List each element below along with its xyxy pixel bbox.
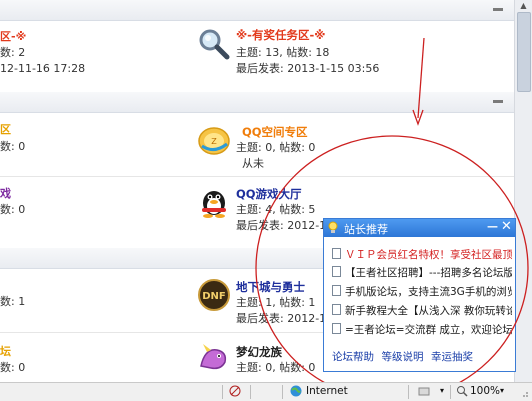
dropdown-arrow-icon[interactable]: ▾: [440, 386, 444, 395]
status-separator: [450, 385, 451, 399]
forum-last-post-dnf: 最后发表: 2012-10: [236, 312, 334, 325]
recommend-item[interactable]: =王者论坛=交流群 成立，欢迎论坛: [332, 321, 512, 339]
minimize-icon[interactable]: —: [487, 220, 498, 233]
document-icon: [332, 285, 341, 296]
dragon-icon[interactable]: [197, 340, 231, 374]
forum-title-dnf[interactable]: 地下城与勇士: [236, 279, 305, 295]
forum-title-qzone[interactable]: QQ空间专区: [242, 124, 308, 140]
document-icon: [332, 304, 341, 315]
forum-last-post-qqgame: 最后发表: 2012-11: [236, 219, 334, 232]
status-bar: Internet ▾ 100% ▾: [0, 382, 532, 401]
recommend-popup: 站长推荐 — ✕ ＶＩＰ会员红名特权！享受社区最顶 【王者社区招聘】---招聘多…: [323, 218, 516, 372]
forum-meta-left-2b: 数: 0: [0, 203, 26, 216]
level-info-link[interactable]: 等级说明: [382, 351, 424, 363]
lightbulb-icon: [328, 221, 338, 234]
resize-grip-icon[interactable]: [520, 388, 528, 397]
close-icon[interactable]: ✕: [501, 219, 512, 234]
lucky-draw-link[interactable]: 幸运抽奖: [431, 351, 473, 363]
qq-penguin-icon[interactable]: [197, 184, 231, 218]
recommend-item[interactable]: ＶＩＰ会员红名特权！享受社区最顶: [332, 246, 512, 264]
protected-mode-icon[interactable]: [418, 385, 430, 400]
forum-stats-qqgame: 主题: 4, 帖数: 5: [236, 203, 316, 216]
forum-title-dragon[interactable]: 梦幻龙族: [236, 344, 282, 360]
document-icon: [332, 266, 341, 277]
forum-meta-left-1b: 12-11-16 17:28: [0, 62, 86, 75]
forum-meta-left-1: 数: 2: [0, 46, 26, 59]
forum-meta-left-2a: 数: 0: [0, 140, 26, 153]
recommend-item[interactable]: 【王者社区招聘】---招聘多名论坛版: [332, 264, 512, 282]
forum-title-qqgame[interactable]: QQ游戏大厅: [236, 186, 302, 202]
recommend-item[interactable]: 手机版论坛，支持主流3G手机的浏览: [332, 283, 512, 301]
zoom-icon[interactable]: [456, 385, 468, 400]
document-icon: [332, 248, 341, 259]
svg-text:DNF: DNF: [202, 291, 226, 302]
status-separator: [222, 385, 223, 399]
popup-title: 站长推荐: [344, 223, 388, 236]
forum-stats-dragon: 主题: 0, 帖数: 0: [236, 361, 316, 374]
qzone-icon[interactable]: Z: [197, 124, 231, 158]
globe-icon: [290, 385, 302, 400]
status-separator: [250, 385, 251, 399]
forum-stats-qzone: 主题: 0, 帖数: 0: [236, 141, 316, 154]
vertical-scrollbar[interactable]: ▲: [514, 0, 532, 382]
row-divider: [0, 176, 514, 177]
forum-last-post-reward: 最后发表: 2013-1-15 03:56: [236, 62, 380, 75]
security-zone-label: Internet: [306, 385, 348, 397]
category-header-1: [0, 0, 514, 21]
status-separator: [282, 385, 283, 399]
scroll-up-icon[interactable]: ▲: [518, 0, 529, 11]
collapse-icon[interactable]: [492, 5, 504, 13]
status-separator: [408, 385, 409, 399]
forum-stats-reward: 主题: 13, 帖数: 18: [236, 46, 330, 59]
forum-stats-dnf: 主题: 1, 帖数: 1: [236, 296, 316, 309]
forum-help-link[interactable]: 论坛帮助: [332, 351, 374, 363]
forum-title-left-1[interactable]: 区-※: [0, 29, 26, 45]
forum-title-left-2b[interactable]: 戏: [0, 186, 11, 202]
forum-title-left-2a[interactable]: 区: [0, 122, 11, 138]
recommend-item[interactable]: 新手教程大全【从浅入深 教你玩转论: [332, 302, 512, 320]
forum-title-left-3b[interactable]: 坛: [0, 344, 11, 360]
forum-meta-left-3a: 数: 1: [0, 295, 26, 308]
dnf-logo-icon[interactable]: DNF: [197, 278, 231, 312]
zoom-level[interactable]: 100%: [470, 385, 500, 397]
popup-header: 站长推荐 — ✕: [324, 219, 515, 237]
magnifier-icon[interactable]: [197, 27, 231, 61]
forum-meta-left-3b: 数: 0: [0, 361, 26, 374]
category-header-2: [0, 92, 514, 113]
forum-title-reward[interactable]: ※-有奖任务区-※: [236, 27, 325, 43]
zoom-dropdown-icon[interactable]: ▾: [500, 386, 504, 395]
popup-links: 论坛帮助 等级说明 幸运抽奖: [332, 349, 473, 364]
scroll-thumb[interactable]: [517, 12, 531, 92]
document-icon: [332, 323, 341, 334]
collapse-icon[interactable]: [492, 97, 504, 105]
security-icon[interactable]: [229, 385, 241, 400]
forum-last-post-qzone: 从未: [242, 157, 264, 170]
svg-text:Z: Z: [211, 137, 217, 146]
